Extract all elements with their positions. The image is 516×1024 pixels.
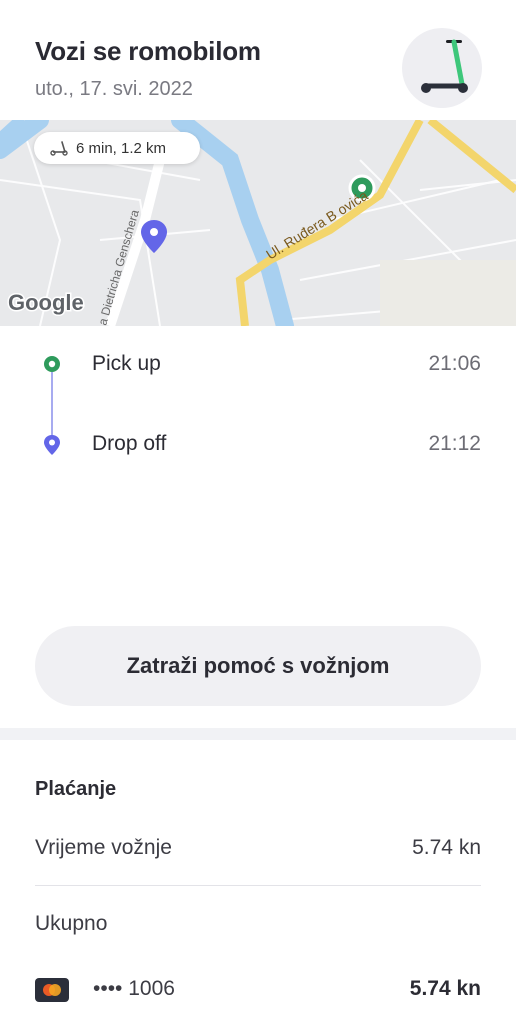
ride-header: Vozi se romobilom uto., 17. svi. 2022 (0, 0, 516, 120)
total-label: Ukupno (35, 912, 108, 935)
mastercard-icon (35, 978, 69, 1002)
scooter-icon (402, 28, 482, 108)
trip-summary-text: 6 min, 1.2 km (76, 139, 167, 157)
pickup-marker-icon (44, 356, 60, 372)
ride-help-button[interactable]: Zatraži pomoć s vožnjom (35, 626, 481, 706)
fare-value: 5.74 kn (412, 836, 481, 859)
dropoff-marker-icon (44, 435, 60, 455)
fare-label: Vrijeme vožnje (35, 836, 172, 859)
pickup-row: Pick up 21:06 (0, 344, 516, 384)
dropoff-label: Drop off (92, 432, 167, 455)
pickup-time: 21:06 (428, 352, 481, 375)
page-title: Vozi se romobilom (35, 36, 261, 66)
payment-divider (35, 885, 481, 886)
trip-summary-pill: 6 min, 1.2 km (34, 132, 200, 164)
pickup-label: Pick up (92, 352, 161, 375)
street-label-side: a Dietricha Genschera (95, 208, 141, 326)
street-label-main: Ul. Ruđera B ovića (263, 187, 371, 263)
payment-card-row: •••• 1006 5.74 kn (35, 976, 481, 1006)
section-divider (0, 728, 516, 740)
dropoff-row: Drop off 21:12 (0, 424, 516, 464)
fare-row: Vrijeme vožnje 5.74 kn (35, 836, 481, 866)
card-number: •••• 1006 (93, 977, 175, 1000)
map-provider-logo: Google (8, 290, 84, 315)
payment-section: Plaćanje Vrijeme vožnje 5.74 kn Ukupno •… (0, 740, 516, 1024)
payment-heading: Plaćanje (35, 778, 117, 800)
scooter-small-icon (50, 141, 68, 156)
dropoff-time: 21:12 (428, 432, 481, 455)
card-total: 5.74 kn (409, 977, 481, 1000)
ride-date: uto., 17. svi. 2022 (35, 78, 193, 100)
